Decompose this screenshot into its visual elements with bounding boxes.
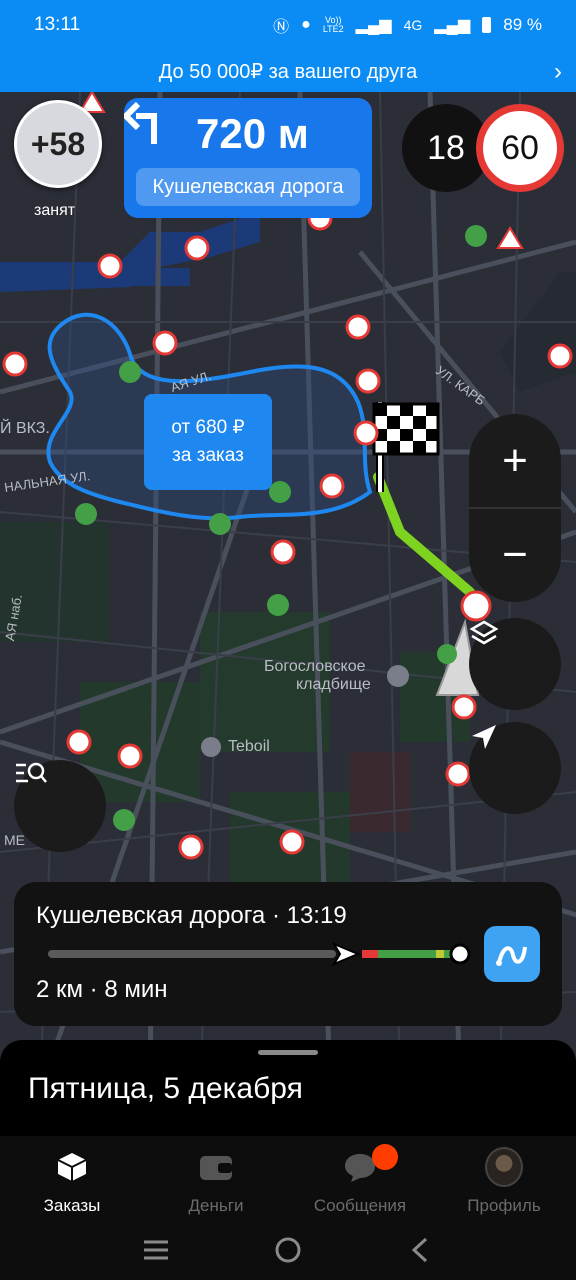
turn-left-arrow-icon	[124, 101, 157, 144]
navigator-app-button[interactable]	[484, 926, 540, 982]
route-destination: Кушелевская дорога · 13:19	[36, 902, 347, 929]
bonus-value: +58	[30, 125, 86, 162]
zoom-in-button[interactable]: +	[469, 414, 561, 508]
tab-messages[interactable]: Сообщения	[288, 1136, 432, 1220]
map-label-gas-station: Teboil	[228, 738, 270, 755]
map-label-metro: МЕ	[4, 832, 25, 848]
maneuver-card[interactable]: 720 м Кушелевская дорога	[124, 98, 372, 218]
tab-orders[interactable]: Заказы	[0, 1136, 144, 1220]
plus-icon: +	[502, 436, 528, 485]
route-progress-bar	[48, 941, 471, 967]
navigator-app-icon	[496, 946, 527, 966]
tab-label-profile: Профиль	[467, 1196, 541, 1215]
back-button[interactable]	[395, 1230, 445, 1270]
tab-label-orders: Заказы	[43, 1196, 101, 1215]
bottom-tab-bar: Заказы Деньги Сообщения Профиль	[0, 1136, 576, 1220]
bonus-indicator[interactable]: +58	[14, 100, 102, 188]
home-circle-icon	[275, 1237, 301, 1263]
unread-badge	[372, 1144, 398, 1170]
driver-status: занят	[34, 202, 76, 219]
layers-icon	[469, 620, 499, 645]
status-time: 13:11	[34, 14, 81, 35]
nfc-icon: Ⓝ	[273, 19, 290, 36]
price-line-2: за заказ	[172, 445, 244, 466]
current-speed-value: 18	[427, 128, 465, 167]
back-chevron-icon	[411, 1237, 428, 1263]
bottom-sheet[interactable]: Пятница, 5 декабря	[0, 1040, 576, 1136]
tab-profile[interactable]: Профиль	[432, 1136, 576, 1220]
tab-money[interactable]: Деньги	[144, 1136, 288, 1220]
status-bar: 13:11 Ⓝ ● Vo)) LTE2 ▂▄▆ 4G ▂▄▆ 89 %	[0, 0, 576, 50]
speed-limit-sign: 60	[476, 104, 564, 192]
minus-icon: −	[502, 530, 528, 579]
price-line-1: от 680 ₽	[171, 417, 245, 438]
avatar-wrap	[485, 1147, 523, 1187]
sheet-date: Пятница, 5 декабря	[28, 1072, 303, 1105]
tab-label-money: Деньги	[188, 1196, 244, 1215]
navigation-arrow-icon	[472, 725, 496, 749]
promo-banner[interactable]: До 50 000₽ за вашего друга ›	[0, 50, 576, 92]
battery-level: 89 %	[503, 15, 542, 34]
network-type: 4G	[403, 17, 423, 33]
maneuver-distance: 720 м	[196, 110, 309, 157]
signal-icon: ▂▄▆	[355, 17, 392, 34]
chevron-right-icon: ›	[554, 58, 562, 85]
search-list-button[interactable]	[14, 760, 106, 852]
battery-icon	[482, 17, 492, 33]
sheet-drag-handle[interactable]	[258, 1050, 318, 1055]
maneuver-street: Кушелевская дорога	[136, 168, 360, 206]
menu-icon	[144, 1240, 168, 1260]
route-card[interactable]: Кушелевская дорога · 13:19 2 км · 8 мин	[14, 882, 562, 1026]
search-list-icon	[16, 762, 47, 783]
route-eta: 2 км · 8 мин	[36, 976, 168, 1003]
location-icon: ●	[301, 16, 311, 33]
layers-button[interactable]	[469, 618, 561, 710]
map-label-station: Й ВКЗ.	[0, 420, 50, 437]
my-location-button[interactable]	[469, 722, 561, 814]
promo-text: До 50 000₽ за вашего друга	[158, 60, 418, 83]
signal-icon-2: ▂▄▆	[434, 17, 471, 34]
avatar	[485, 1147, 523, 1187]
zoom-out-button[interactable]: −	[469, 508, 561, 602]
zoom-control: + −	[469, 414, 561, 602]
status-icons: Ⓝ ● Vo)) LTE2 ▂▄▆ 4G ▂▄▆ 89 %	[273, 13, 542, 37]
recent-apps-button[interactable]	[131, 1230, 181, 1270]
volte-icon: Vo)) LTE2	[322, 15, 344, 34]
system-nav-bar	[0, 1220, 576, 1280]
tab-label-messages: Сообщения	[313, 1196, 407, 1215]
home-button[interactable]	[263, 1230, 313, 1270]
box-icon	[53, 1148, 91, 1186]
speed-limit-value: 60	[501, 128, 539, 167]
wallet-icon	[197, 1148, 235, 1186]
map-label-cemetery-1: Богословское	[264, 658, 366, 675]
map-label-cemetery-2: кладбище	[296, 676, 371, 693]
zone-price-bubble[interactable]: от 680 ₽ за заказ	[144, 394, 272, 490]
